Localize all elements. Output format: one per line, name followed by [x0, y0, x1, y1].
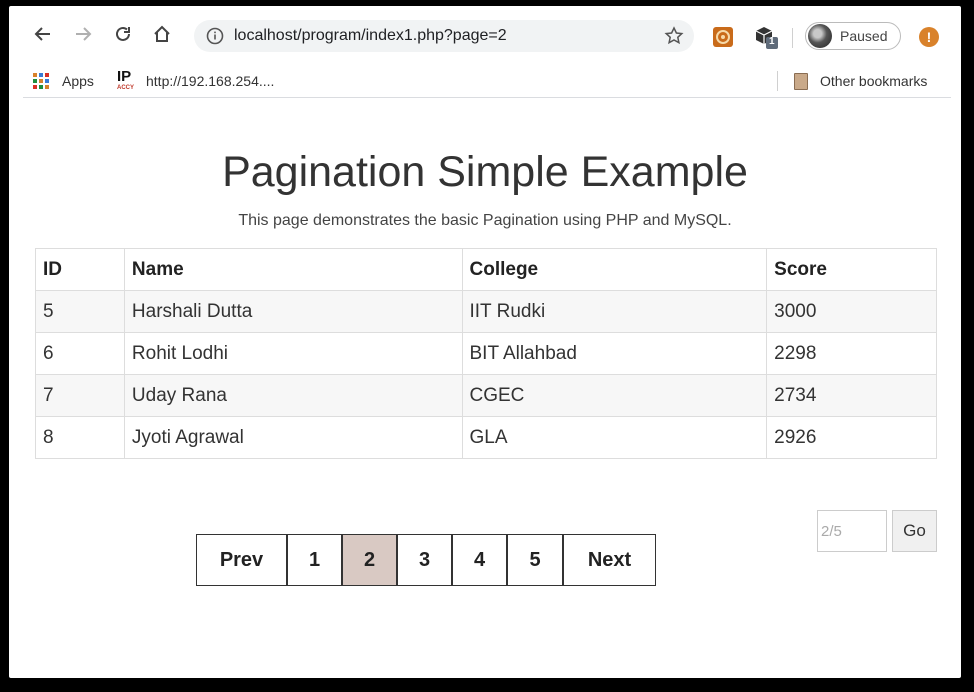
page-number-input[interactable]: [817, 510, 887, 552]
prev-page-button[interactable]: Prev: [197, 535, 288, 585]
reload-button[interactable]: [109, 20, 137, 48]
column-header-college: College: [461, 248, 768, 291]
cell-college: CGEC: [461, 374, 768, 417]
next-page-button[interactable]: Next: [564, 535, 655, 585]
table-row: 5 Harshali Dutta IIT Rudki 3000: [35, 290, 937, 333]
cell-name: Harshali Dutta: [123, 290, 463, 333]
home-button[interactable]: [148, 20, 176, 48]
cell-name: Rohit Lodhi: [123, 332, 463, 375]
table-row: 6 Rohit Lodhi BIT Allahbad 2298: [35, 332, 937, 375]
cell-score: 2298: [766, 332, 937, 375]
cell-score: 3000: [766, 290, 937, 333]
extension-icon[interactable]: [712, 26, 734, 48]
table-row: 7 Uday Rana CGEC 2734: [35, 374, 937, 417]
column-header-id: ID: [35, 248, 125, 291]
toolbar-separator: [23, 97, 951, 98]
cell-name: Jyoti Agrawal: [123, 416, 463, 459]
address-bar[interactable]: localhost/program/index1.php?page=2: [194, 20, 694, 52]
page-link-4[interactable]: 4: [453, 535, 508, 585]
back-button[interactable]: [29, 20, 57, 48]
column-header-score: Score: [766, 248, 937, 291]
avatar: [808, 24, 832, 48]
cube-extension-icon: [755, 27, 778, 49]
folder-icon[interactable]: [794, 73, 808, 90]
profile-status: Paused: [840, 28, 888, 44]
ip-bookmark-icon[interactable]: IP ACCY: [117, 69, 139, 92]
bookmark-apps[interactable]: Apps: [62, 73, 94, 89]
other-bookmarks[interactable]: Other bookmarks: [820, 73, 927, 89]
page-subtitle: This page demonstrates the basic Paginat…: [238, 212, 732, 229]
cell-id: 6: [35, 332, 125, 375]
reload-icon: [116, 26, 130, 41]
table-row: 8 Jyoti Agrawal GLA 2926: [35, 416, 937, 459]
cell-name: Uday Rana: [123, 374, 463, 417]
cell-id: 7: [35, 374, 125, 417]
update-alert-icon: !: [926, 29, 932, 45]
forward-button[interactable]: [69, 20, 97, 48]
cell-id: 5: [35, 290, 125, 333]
home-icon: [154, 25, 170, 42]
go-button[interactable]: Go: [892, 510, 937, 552]
extension-badge-count: 1: [769, 36, 775, 47]
info-icon[interactable]: [206, 27, 224, 45]
apps-grid-icon[interactable]: [32, 72, 50, 90]
extension-badge-button[interactable]: 1: [753, 24, 779, 50]
browser-toolbar: localhost/program/index1.php?page=2 1 Pa…: [9, 6, 961, 64]
browser-window: localhost/program/index1.php?page=2 1 Pa…: [9, 6, 961, 678]
cell-score: 2734: [766, 374, 937, 417]
table-header-row: ID Name College Score: [35, 248, 937, 291]
profile-button[interactable]: Paused: [805, 22, 901, 50]
bookmarks-bar: Apps IP ACCY http://192.168.254.... Othe…: [9, 64, 961, 96]
column-header-name: Name: [123, 248, 463, 291]
toolbar-divider: [792, 28, 793, 48]
chrome-menu-button[interactable]: !: [919, 27, 939, 47]
page-link-1[interactable]: 1: [288, 535, 343, 585]
bookmark-star-icon[interactable]: [664, 26, 684, 46]
cell-id: 8: [35, 416, 125, 459]
forward-arrow-icon: [76, 27, 92, 41]
cell-score: 2926: [766, 416, 937, 459]
cell-college: BIT Allahbad: [461, 332, 768, 375]
bookmark-ip[interactable]: http://192.168.254....: [146, 73, 274, 89]
page-link-2-current[interactable]: 2: [343, 535, 398, 585]
cell-college: GLA: [461, 416, 768, 459]
pagination: Prev 1 2 3 4 5 Next: [196, 534, 656, 586]
page-link-5[interactable]: 5: [508, 535, 564, 585]
page-title: Pagination Simple Example: [222, 148, 748, 196]
cell-college: IIT Rudki: [461, 290, 768, 333]
back-arrow-icon: [34, 27, 50, 41]
url-text[interactable]: localhost/program/index1.php?page=2: [234, 27, 507, 45]
page-link-3[interactable]: 3: [398, 535, 453, 585]
results-table: ID Name College Score 5 Harshali Dutta I…: [35, 248, 937, 459]
bookmarks-divider: [777, 71, 778, 91]
